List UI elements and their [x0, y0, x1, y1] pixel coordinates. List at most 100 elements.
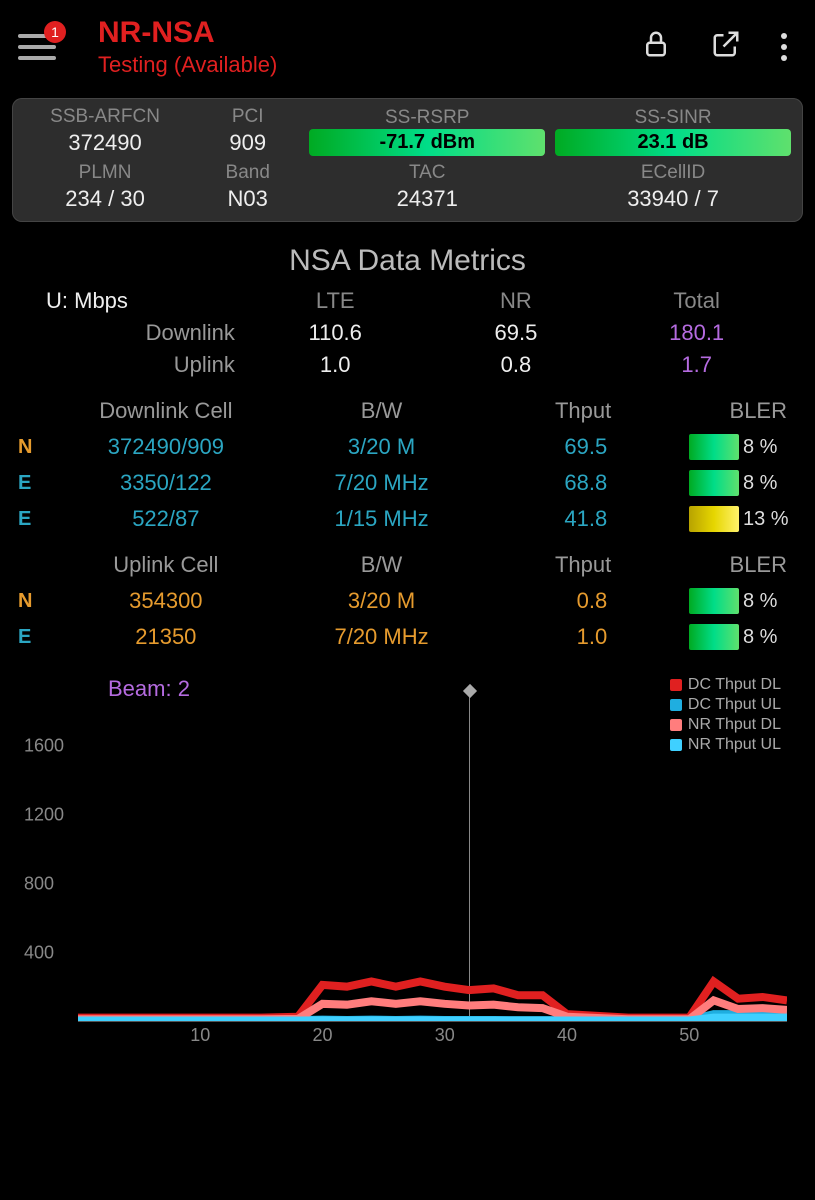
ul-head-bler: BLER: [621, 552, 797, 578]
cell-bler: 8 %: [621, 434, 797, 460]
cell-thput: 1.0: [477, 624, 621, 650]
notification-badge: 1: [44, 21, 66, 43]
ul-table-head: Uplink Cell B/W Thput BLER: [18, 552, 797, 578]
bler-value: 8 %: [743, 472, 797, 495]
ecellid-label: ECellID: [555, 162, 791, 184]
ul-head-bw: B/W: [286, 552, 478, 578]
bler-bar: [689, 506, 739, 532]
downlink-row: Downlink 110.6 69.5 180.1: [28, 320, 787, 346]
beam-label: Beam: 2: [108, 676, 190, 702]
rat-tag: N: [18, 590, 46, 613]
lte-col: LTE: [245, 288, 426, 314]
bler-bar: [689, 470, 739, 496]
band-label: Band: [196, 162, 299, 184]
signal-info-card: SSB-ARFCN 372490 PCI 909 SS-RSRP -71.7 d…: [12, 98, 803, 222]
open-external-icon[interactable]: [711, 29, 741, 65]
uplink-total: 1.7: [606, 352, 787, 378]
menu-button[interactable]: 1: [18, 27, 68, 67]
downlink-cell-table: Downlink Cell B/W Thput BLER N372490/909…: [0, 398, 815, 532]
app-title: NR-NSA: [98, 16, 641, 50]
ul-head-cell: Uplink Cell: [46, 552, 286, 578]
x-tick: 40: [557, 1025, 577, 1046]
chart-area: 16001200800400 1020304050: [18, 712, 797, 1046]
top-bar: 1 NR-NSA Testing (Available): [0, 0, 815, 90]
ssb-arfcn-value: 372490: [24, 130, 186, 156]
uplink-label: Uplink: [28, 352, 245, 378]
rat-tag: E: [18, 626, 46, 649]
ss-rsrp-value: -71.7 dBm: [309, 129, 545, 156]
y-tick: 1600: [24, 736, 64, 757]
section-title: NSA Data Metrics: [0, 244, 815, 278]
cell-bw: 3/20 M: [286, 434, 478, 460]
app-subtitle: Testing (Available): [98, 52, 641, 78]
ecellid-value: 33940 / 7: [555, 186, 791, 212]
legend-swatch: [670, 679, 682, 691]
rat-tag: N: [18, 436, 46, 459]
x-tick: 30: [435, 1025, 455, 1046]
top-icons: [641, 29, 787, 65]
uplink-nr: 0.8: [426, 352, 607, 378]
dl-head-bler: BLER: [621, 398, 797, 424]
legend-item: DC Thput DL: [670, 676, 781, 694]
cell-id: 21350: [46, 624, 286, 650]
legend-swatch: [670, 699, 682, 711]
card-row-1: SSB-ARFCN 372490 PCI 909 SS-RSRP -71.7 d…: [24, 106, 791, 156]
data-metrics: U: Mbps LTE NR Total Downlink 110.6 69.5…: [0, 288, 815, 378]
cell-id: 3350/122: [46, 470, 286, 496]
downlink-total: 180.1: [606, 320, 787, 346]
cell-bler: 8 %: [621, 588, 797, 614]
cell-bler: 13 %: [621, 506, 797, 532]
band-value: N03: [196, 186, 299, 212]
chart-series-line: [78, 1018, 787, 1021]
dl-head-cell: Downlink Cell: [46, 398, 286, 424]
ss-sinr-value: 23.1 dB: [555, 129, 791, 156]
card-row-2: PLMN 234 / 30 Band N03 TAC 24371 ECellID…: [24, 162, 791, 212]
uplink-lte: 1.0: [245, 352, 426, 378]
tac-label: TAC: [309, 162, 545, 184]
lock-icon[interactable]: [641, 29, 671, 65]
bler-bar: [689, 588, 739, 614]
throughput-chart[interactable]: Beam: 2 DC Thput DLDC Thput ULNR Thput D…: [18, 676, 797, 1046]
downlink-label: Downlink: [28, 320, 245, 346]
bler-value: 8 %: [743, 590, 797, 613]
cell-bler: 8 %: [621, 624, 797, 650]
rat-tag: E: [18, 472, 46, 495]
more-menu-icon[interactable]: [781, 33, 787, 61]
ss-sinr-label: SS-SINR: [555, 107, 791, 129]
title-block: NR-NSA Testing (Available): [98, 16, 641, 78]
y-tick: 1200: [24, 805, 64, 826]
cell-id: 354300: [46, 588, 286, 614]
cell-bw: 7/20 MHz: [286, 470, 478, 496]
table-row: N372490/9093/20 M69.58 %: [18, 434, 797, 460]
uplink-cell-table: Uplink Cell B/W Thput BLER N3543003/20 M…: [0, 552, 815, 650]
rat-tag: E: [18, 508, 46, 531]
pci-value: 909: [196, 130, 299, 156]
bler-value: 8 %: [743, 626, 797, 649]
cell-bler: 8 %: [621, 470, 797, 496]
bler-value: 13 %: [743, 508, 797, 531]
y-tick: 800: [24, 874, 54, 895]
cell-bw: 1/15 MHz: [286, 506, 478, 532]
plmn-value: 234 / 30: [24, 186, 186, 212]
cell-thput: 41.8: [477, 506, 621, 532]
downlink-lte: 110.6: [245, 320, 426, 346]
dl-table-head: Downlink Cell B/W Thput BLER: [18, 398, 797, 424]
table-row: E3350/1227/20 MHz68.88 %: [18, 470, 797, 496]
unit-label: U: Mbps: [28, 288, 245, 314]
cell-thput: 0.8: [477, 588, 621, 614]
plmn-label: PLMN: [24, 162, 186, 184]
x-tick: 10: [190, 1025, 210, 1046]
table-row: E213507/20 MHz1.08 %: [18, 624, 797, 650]
bler-bar: [689, 624, 739, 650]
bler-bar: [689, 434, 739, 460]
cell-id: 522/87: [46, 506, 286, 532]
cell-thput: 69.5: [477, 434, 621, 460]
downlink-nr: 69.5: [426, 320, 607, 346]
ul-head-thput: Thput: [477, 552, 621, 578]
bler-value: 8 %: [743, 436, 797, 459]
ssb-arfcn-label: SSB-ARFCN: [24, 106, 186, 128]
dl-head-bw: B/W: [286, 398, 478, 424]
legend-label: DC Thput DL: [688, 676, 781, 694]
table-row: E522/871/15 MHz41.8 13 %: [18, 506, 797, 532]
pci-label: PCI: [196, 106, 299, 128]
